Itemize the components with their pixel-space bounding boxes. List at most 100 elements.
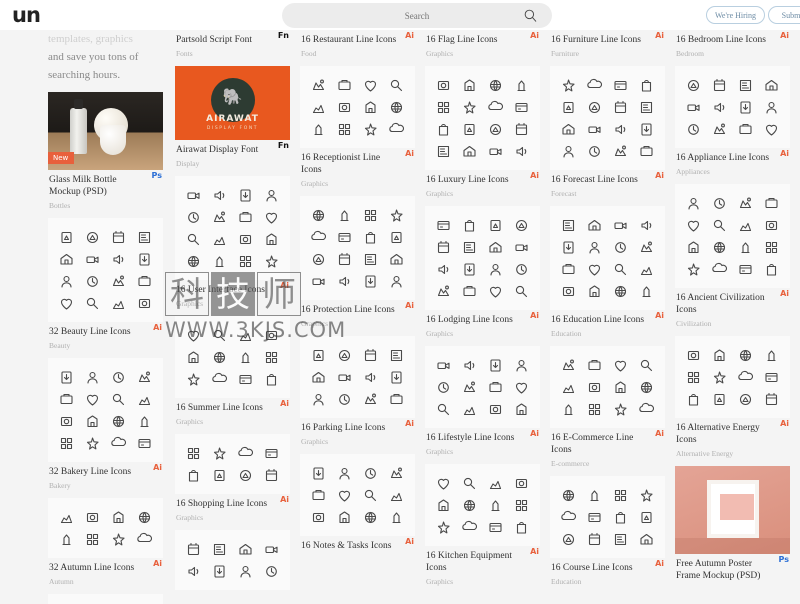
icon-set-thumbnail[interactable] [550,206,665,310]
icon-set-thumbnail[interactable] [675,336,790,418]
asset-category[interactable]: Graphics [176,417,289,426]
icon-set-thumbnail[interactable] [175,434,290,494]
search-input[interactable] [317,9,517,22]
asset-title[interactable]: 16 Furniture Line Icons [551,34,664,46]
asset-title[interactable]: 16 Notes & Tasks Icons [301,540,414,552]
asset-category[interactable]: Forecast [551,189,664,198]
asset-category[interactable]: Bedroom [676,49,789,58]
asset-card[interactable]: 16 Luxury Line Icons Graphics Ai [425,66,540,198]
asset-card[interactable]: Partsold Script Font Fonts Fn [175,30,290,58]
asset-category[interactable]: Graphics [426,49,539,58]
asset-category[interactable]: Appliances [676,167,789,176]
asset-title[interactable]: 16 Shopping Line Icons [176,498,289,510]
asset-title[interactable]: 16 Summer Line Icons [176,402,289,414]
asset-card[interactable]: 16 Shopping Line Icons Graphics Ai [175,434,290,522]
icon-set-thumbnail[interactable] [300,196,415,300]
asset-title[interactable]: Airawat Display Font [176,144,289,156]
asset-category[interactable]: Bakery [49,481,162,490]
asset-title[interactable]: 16 Parking Line Icons [301,422,414,434]
asset-category[interactable]: Beauty [49,341,162,350]
asset-category[interactable]: Graphics [176,513,289,522]
asset-category[interactable]: Graphics [301,437,414,446]
asset-card[interactable]: 16 Protection Line Icons Graphics Ai [300,196,415,328]
asset-category[interactable]: Graphics [426,447,539,456]
asset-title[interactable]: 32 Autumn Line Icons [49,562,162,574]
asset-category[interactable]: Graphics [301,179,414,188]
icon-set-thumbnail[interactable] [425,464,540,546]
asset-title[interactable]: Partsold Script Font [176,34,289,46]
asset-title[interactable]: 16 Course Line Icons [551,562,664,574]
asset-title[interactable]: 16 Lodging Line Icons [426,314,539,326]
asset-category[interactable]: Food [301,49,414,58]
asset-card[interactable]: 16 Kitchen Equipment Icons Graphics Ai [425,464,540,586]
asset-card[interactable]: 16 Course Line Icons Education Ai [550,476,665,586]
asset-category[interactable]: E-commerce [551,459,664,468]
asset-title[interactable]: 16 Education Line Icons [551,314,664,326]
icon-set-thumbnail[interactable] [48,218,163,322]
icon-set-thumbnail[interactable] [675,184,790,288]
icon-set-thumbnail[interactable] [175,530,290,590]
search-icon[interactable] [523,8,538,23]
asset-category[interactable]: Graphics [426,577,539,586]
asset-category[interactable]: Civilization [676,319,789,328]
asset-card[interactable]: Free Autumn Poster Frame Mockup (PSD) Ps [675,466,790,582]
asset-title[interactable]: 16 Protection Line Icons [301,304,414,316]
icon-set-thumbnail[interactable] [175,316,290,398]
asset-card[interactable]: 16 Alternative Energy Icons Alternative E… [675,336,790,458]
asset-title[interactable]: 16 Kitchen Equipment Icons [426,550,539,574]
product-photo-poster-frame[interactable] [675,466,790,554]
asset-category[interactable]: Bottles [49,201,162,210]
icon-set-thumbnail[interactable] [48,498,163,558]
asset-title[interactable]: 16 User Interface Icons [176,284,289,296]
icon-set-thumbnail[interactable] [48,358,163,462]
asset-card[interactable]: 32 Bakery Line Icons Bakery Ai [48,358,163,490]
asset-card[interactable]: 16 Forecast Line Icons Forecast Ai [550,66,665,198]
icon-set-thumbnail[interactable] [425,346,540,428]
asset-card[interactable]: 16 Flag Line Icons Graphics Ai [425,30,540,58]
icon-set-thumbnail[interactable] [175,176,290,280]
asset-title[interactable]: 16 Alternative Energy Icons [676,422,789,446]
asset-category[interactable]: Graphics [426,329,539,338]
icon-set-thumbnail[interactable] [300,454,415,536]
asset-category[interactable]: Graphics [426,189,539,198]
asset-card[interactable]: 16 E-Commerce Line Icons E-commerce Ai [550,346,665,468]
asset-card[interactable]: 16 Furniture Line Icons Furniture Ai [550,30,665,58]
asset-card[interactable]: 16 Lodging Line Icons Graphics Ai [425,206,540,338]
product-photo-airawat-font[interactable]: 🐘 AIRAWAT DISPLAY FONT [175,66,290,140]
asset-title[interactable]: 16 Forecast Line Icons [551,174,664,186]
asset-card[interactable]: 16 Appliance Line Icons Appliances Ai [675,66,790,176]
asset-category[interactable]: Fonts [176,49,289,58]
asset-card[interactable]: 16 Summer Line Icons Graphics Ai [175,316,290,426]
asset-category[interactable]: Graphics [301,319,414,328]
asset-title[interactable]: 16 Lifestyle Line Icons [426,432,539,444]
asset-card[interactable]: 🐘 AIRAWAT DISPLAY FONT Airawat Display Font… [175,66,290,168]
asset-category[interactable]: Furniture [551,49,664,58]
asset-title[interactable]: 16 Luxury Line Icons [426,174,539,186]
asset-title[interactable]: 16 Appliance Line Icons [676,152,789,164]
site-logo[interactable]: un [12,4,41,26]
asset-card[interactable]: templates, graphics and save you tons of s… [48,30,163,84]
asset-title[interactable]: 16 Ancient Civilization Icons [676,292,789,316]
asset-card[interactable]: 16 Education Line Icons Education Ai [550,206,665,338]
product-photo-milk-bottle[interactable]: New [48,92,163,170]
asset-card[interactable]: 16 Bedroom Line Icons Bedroom Ai [675,30,790,58]
asset-title[interactable]: 32 Bakery Line Icons [49,466,162,478]
asset-card[interactable]: 16 Lifestyle Line Icons Graphics Ai [425,346,540,456]
asset-category[interactable]: Graphics [176,299,289,308]
asset-title[interactable]: 16 Restaurant Line Icons [301,34,414,46]
asset-card[interactable]: 16 Ancient Civilization Icons Civilizatio… [675,184,790,328]
icon-set-thumbnail[interactable] [550,476,665,558]
asset-title[interactable]: Free Autumn Poster Frame Mockup (PSD) [676,558,789,582]
asset-card[interactable]: 16 User Interface Icons Graphics Ai [175,176,290,308]
asset-card[interactable]: 16 Parking Line Icons Graphics Ai [300,336,415,446]
hiring-button[interactable]: We're Hiring [706,6,766,24]
asset-card[interactable] [48,594,163,604]
asset-title[interactable]: 16 Bedroom Line Icons [676,34,789,46]
asset-card[interactable]: 16 Receptionist Line Icons Graphics Ai [300,66,415,188]
icon-set-thumbnail[interactable] [300,66,415,148]
asset-title[interactable]: 16 Flag Line Icons [426,34,539,46]
asset-title[interactable]: 16 Receptionist Line Icons [301,152,414,176]
icon-set-thumbnail[interactable] [675,66,790,148]
asset-category[interactable]: Education [551,329,664,338]
asset-card[interactable]: 16 Restaurant Line Icons Food Ai [300,30,415,58]
